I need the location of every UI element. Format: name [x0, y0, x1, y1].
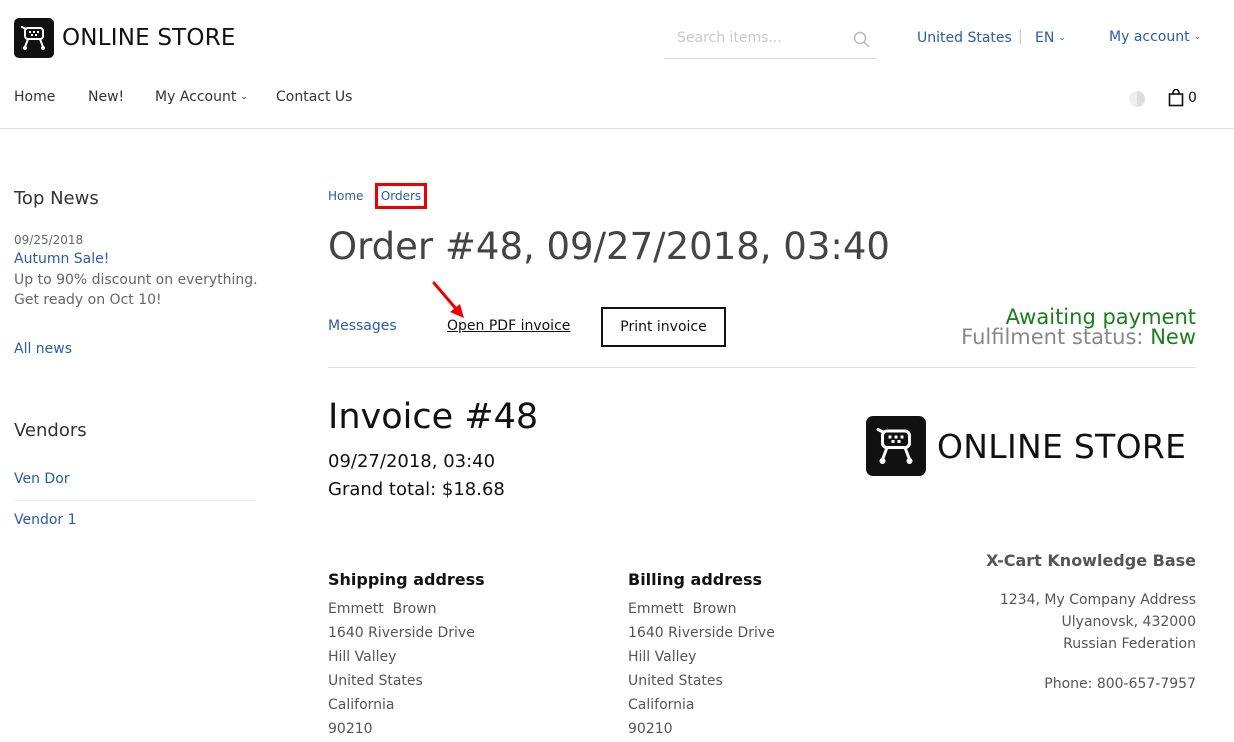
news-description: Up to 90% discount on everything. Get re… [14, 272, 258, 308]
company-address: 1234, My Company Address Ulyanovsk, 4320… [1000, 589, 1196, 655]
billing-address: Emmett Brown 1640 Riverside Drive Hill V… [628, 597, 775, 741]
breadcrumb-orders-label: Orders [380, 189, 422, 203]
shipping-state: California [328, 697, 395, 713]
invoice-grand-total: Grand total: $18.68 [328, 479, 505, 500]
print-invoice-button[interactable]: Print invoice [601, 307, 726, 347]
chevron-down-icon: ⌄ [1193, 32, 1202, 42]
top-news-heading: Top News [14, 188, 99, 209]
billing-name: Emmett Brown [628, 601, 737, 617]
cart-count[interactable]: 0 [1188, 90, 1197, 106]
vendor-link[interactable]: Ven Dor [14, 471, 70, 487]
chevron-down-icon: ⌄ [240, 92, 248, 102]
nav-my-account-label: My Account [155, 89, 237, 105]
billing-zip: 90210 [628, 721, 673, 737]
shipping-address-heading: Shipping address [328, 570, 485, 589]
language-selector[interactable]: EN ⌄ [1035, 30, 1066, 46]
fulfilment-label: Fulfilment status: [961, 325, 1144, 349]
search-icon[interactable] [853, 31, 870, 52]
country-selector[interactable]: United States [917, 30, 1012, 46]
billing-state: California [628, 697, 695, 713]
company-phone: Phone: 800-657-7957 [1044, 676, 1196, 692]
page-title: Order #48, 09/27/2018, 03:40 [328, 225, 890, 268]
vendor-divider [14, 500, 256, 501]
search-box [664, 20, 876, 59]
shipping-city: Hill Valley [328, 649, 397, 665]
nav-new[interactable]: New! [88, 89, 124, 105]
billing-country: United States [628, 673, 723, 689]
all-news-link[interactable]: All news [14, 341, 72, 357]
news-title-link[interactable]: Autumn Sale! [14, 251, 109, 267]
company-name: X-Cart Knowledge Base [986, 551, 1196, 570]
vendors-heading: Vendors [14, 420, 87, 441]
company-address-line: 1234, My Company Address [999, 592, 1196, 608]
shipping-country: United States [328, 673, 423, 689]
cart-logo-icon [14, 18, 54, 58]
header-separator: | [1018, 29, 1023, 45]
chevron-down-icon: ⌄ [1058, 33, 1066, 43]
search-input[interactable] [664, 20, 847, 56]
fulfilment-status: Fulfilment status: New [961, 325, 1196, 349]
my-account-menu[interactable]: My account ⌄ [1109, 29, 1201, 45]
company-address-line: Russian Federation [1063, 636, 1196, 652]
shopping-bag-icon[interactable] [1168, 88, 1184, 111]
shipping-name: Emmett Brown [328, 601, 437, 617]
header-divider [0, 128, 1234, 129]
shipping-street: 1640 Riverside Drive [328, 625, 475, 641]
nav-contact-us[interactable]: Contact Us [276, 89, 352, 105]
invoice-title: Invoice #48 [328, 397, 539, 437]
account-label: My account [1109, 29, 1190, 45]
logo-text: ONLINE STORE [62, 25, 236, 51]
invoice-logo: ONLINE STORE [866, 416, 1186, 476]
open-pdf-invoice-link[interactable]: Open PDF invoice [447, 318, 570, 334]
company-address-line: Ulyanovsk, 432000 [1061, 614, 1196, 630]
fulfilment-value: New [1150, 325, 1196, 349]
cart-logo-icon [866, 416, 926, 476]
store-logo[interactable]: ONLINE STORE [14, 18, 236, 58]
invoice-date: 09/27/2018, 03:40 [328, 451, 496, 472]
invoice-logo-text: ONLINE STORE [937, 426, 1187, 466]
breadcrumb-home[interactable]: Home [328, 189, 363, 203]
breadcrumb-orders[interactable]: Orders [375, 183, 427, 209]
shipping-address: Emmett Brown 1640 Riverside Drive Hill V… [328, 597, 475, 741]
messages-link[interactable]: Messages [328, 318, 397, 334]
billing-street: 1640 Riverside Drive [628, 625, 775, 641]
billing-city: Hill Valley [628, 649, 697, 665]
language-label: EN [1035, 30, 1055, 46]
billing-address-heading: Billing address [628, 570, 763, 589]
shipping-zip: 90210 [328, 721, 373, 737]
nav-home[interactable]: Home [14, 89, 55, 105]
order-divider [328, 367, 1196, 368]
news-date: 09/25/2018 [14, 233, 84, 247]
contrast-icon[interactable] [1128, 90, 1146, 112]
vendor-link[interactable]: Vendor 1 [14, 512, 77, 528]
nav-my-account[interactable]: My Account ⌄ [155, 89, 248, 105]
